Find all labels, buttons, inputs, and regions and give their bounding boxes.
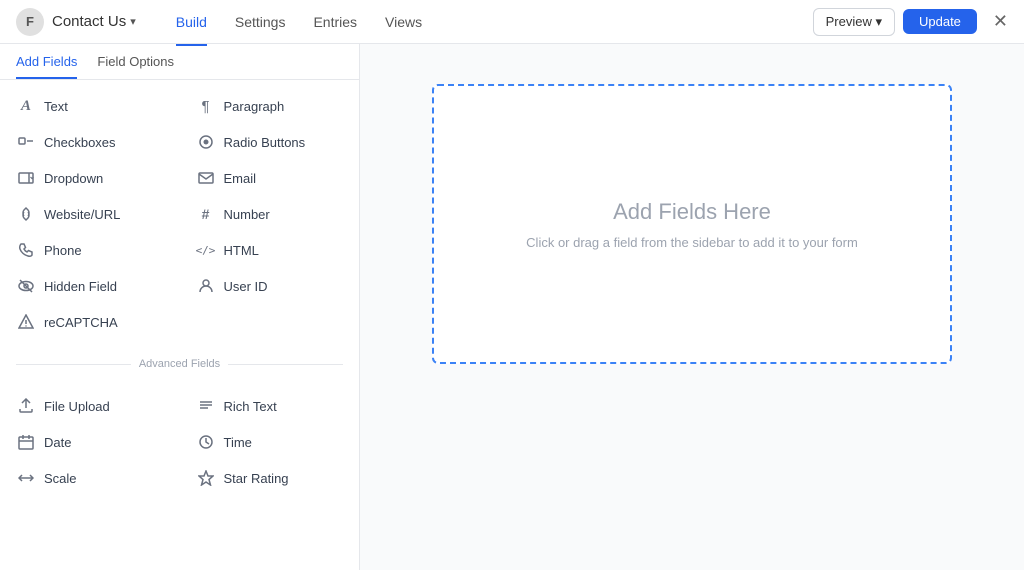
field-label-paragraph: Paragraph [224,99,285,114]
tab-field-options[interactable]: Field Options [97,44,174,79]
app-logo: F [16,8,44,36]
field-item-dropdown[interactable]: Dropdown [0,160,180,196]
advanced-fields-grid: File Upload Rich Text Date Time [0,380,359,504]
field-item-checkboxes[interactable]: Checkboxes [0,124,180,160]
field-item-scale[interactable]: Scale [0,460,180,496]
field-label-text: Text [44,99,68,114]
field-item-star-rating[interactable]: Star Rating [180,460,360,496]
drop-zone[interactable]: Add Fields Here Click or drag a field fr… [432,84,952,364]
field-item-user-id[interactable]: User ID [180,268,360,304]
date-icon [16,432,36,452]
close-button[interactable]: ✕ [993,11,1008,32]
preview-button[interactable]: Preview ▾ [813,8,895,36]
field-item-website-url[interactable]: Website/URL [0,196,180,232]
drop-zone-subtitle: Click or drag a field from the sidebar t… [526,235,858,250]
recaptcha-icon [16,312,36,332]
field-label-recaptcha: reCAPTCHA [44,315,118,330]
field-label-star-rating: Star Rating [224,471,289,486]
field-label-radio-buttons: Radio Buttons [224,135,306,150]
field-label-dropdown: Dropdown [44,171,103,186]
field-label-html: HTML [224,243,259,258]
tab-add-fields[interactable]: Add Fields [16,44,77,79]
standard-fields-grid: A Text ¶ Paragraph Checkboxes Radio Butt… [0,80,359,348]
main-content: Add Fields Here Click or drag a field fr… [360,44,1024,570]
email-icon [196,168,216,188]
title-caret-icon[interactable]: ▾ [130,15,136,28]
layout: Add Fields Field Options A Text ¶ Paragr… [0,44,1024,570]
hidden-field-icon [16,276,36,296]
field-item-hidden-field[interactable]: Hidden Field [0,268,180,304]
field-label-number: Number [224,207,270,222]
checkboxes-icon [16,132,36,152]
field-label-website-url: Website/URL [44,207,120,222]
field-label-hidden-field: Hidden Field [44,279,117,294]
field-label-time: Time [224,435,252,450]
field-item-file-upload[interactable]: File Upload [0,388,180,424]
website-url-icon [16,204,36,224]
nav-build[interactable]: Build [176,10,207,34]
field-item-date[interactable]: Date [0,424,180,460]
field-item-number[interactable]: # Number [180,196,360,232]
sidebar-tabs: Add Fields Field Options [0,44,359,80]
field-label-phone: Phone [44,243,82,258]
star-rating-icon [196,468,216,488]
field-label-file-upload: File Upload [44,399,110,414]
main-nav: Build Settings Entries Views [176,10,422,34]
field-item-email[interactable]: Email [180,160,360,196]
drop-zone-title: Add Fields Here [613,199,771,225]
field-item-text[interactable]: A Text [0,88,180,124]
field-label-checkboxes: Checkboxes [44,135,116,150]
user-id-icon [196,276,216,296]
field-label-rich-text: Rich Text [224,399,277,414]
nav-entries[interactable]: Entries [313,10,357,34]
file-upload-icon [16,396,36,416]
html-icon: </> [196,240,216,260]
field-item-phone[interactable]: Phone [0,232,180,268]
field-item-rich-text[interactable]: Rich Text [180,388,360,424]
rich-text-icon [196,396,216,416]
advanced-fields-divider: Advanced Fields [0,348,359,380]
field-item-paragraph[interactable]: ¶ Paragraph [180,88,360,124]
field-label-email: Email [224,171,257,186]
time-icon [196,432,216,452]
page-title: Contact Us ▾ [52,13,136,30]
scale-icon [16,468,36,488]
sidebar: Add Fields Field Options A Text ¶ Paragr… [0,44,360,570]
header: F Contact Us ▾ Build Settings Entries Vi… [0,0,1024,44]
field-item-html[interactable]: </> HTML [180,232,360,268]
radio-buttons-icon [196,132,216,152]
update-button[interactable]: Update [903,9,977,34]
field-item-time[interactable]: Time [180,424,360,460]
number-icon: # [196,204,216,224]
nav-views[interactable]: Views [385,10,422,34]
field-label-user-id: User ID [224,279,268,294]
field-item-recaptcha[interactable]: reCAPTCHA [0,304,180,340]
nav-settings[interactable]: Settings [235,10,286,34]
text-icon: A [16,96,36,116]
field-label-scale: Scale [44,471,77,486]
field-label-date: Date [44,435,71,450]
field-item-radio-buttons[interactable]: Radio Buttons [180,124,360,160]
dropdown-icon [16,168,36,188]
advanced-fields-label: Advanced Fields [139,358,220,370]
header-actions: Preview ▾ Update ✕ [813,8,1008,36]
paragraph-icon: ¶ [196,96,216,116]
phone-icon [16,240,36,260]
